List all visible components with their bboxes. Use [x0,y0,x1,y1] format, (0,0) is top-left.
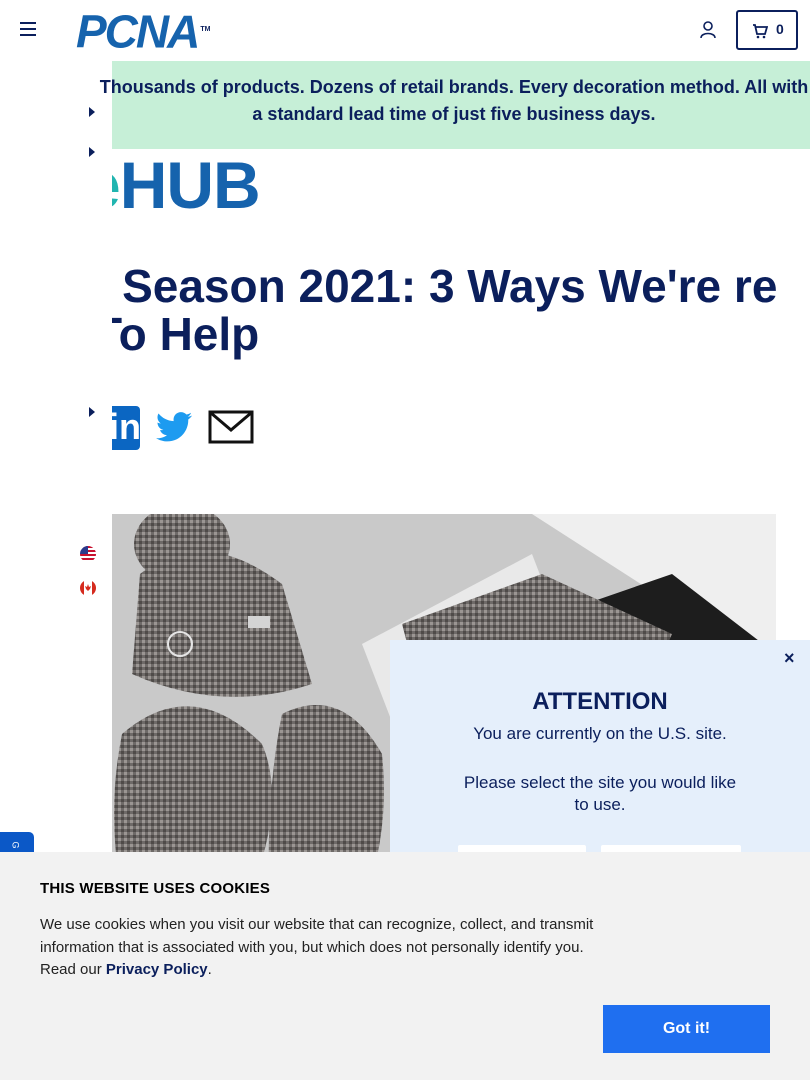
linkedin-glyph: in [112,406,140,447]
menu-icon[interactable] [20,22,36,36]
cart-button[interactable]: 0 [736,10,798,50]
cart-icon [753,24,768,39]
chevron-right-icon[interactable] [89,407,95,417]
pcna-logo[interactable]: PCNA TM [76,8,211,54]
article-headline: : Season 2021: 3 Ways We're re To Help [112,262,778,360]
article-headline-wrap: : Season 2021: 3 Ways We're re To Help [112,262,810,372]
account-icon[interactable] [699,20,717,40]
logo-text: PCNA [76,5,200,58]
promo-banner-text: Thousands of products. Dozens of retail … [99,77,809,124]
hub-logo-prefix: e [112,150,121,220]
canada-flag-icon[interactable] [80,580,96,596]
popup-title: ATTENTION [532,688,668,715]
close-icon[interactable]: × [784,648,795,669]
cart-count: 0 [776,21,784,37]
privacy-policy-link[interactable]: Privacy Policy [106,961,208,978]
side-tab-label: G [10,841,21,849]
email-icon[interactable] [208,410,254,449]
site-header: PCNA TM 0 [0,0,810,60]
popup-current-site: You are currently on the U.S. site. [473,724,727,743]
cookie-text: We use cookies when you visit our websit… [40,914,600,982]
twitter-icon[interactable] [156,412,192,447]
cookie-period: . [207,961,212,978]
got-it-button[interactable]: Got it! [603,1005,770,1053]
promo-banner: Thousands of products. Dozens of retail … [100,61,810,149]
hub-logo-text: HUB [119,150,261,220]
cookie-title: THIS WEBSITE USES COOKIES [40,880,271,897]
popup-prompt: Please select the site you would like to… [463,773,737,814]
hub-logo[interactable]: eHUB [112,150,312,220]
chevron-right-icon[interactable] [89,107,95,117]
logo-tm: TM [200,26,211,33]
cookie-banner: THIS WEBSITE USES COOKIES We use cookies… [0,852,810,1080]
us-flag-icon[interactable] [80,546,96,562]
chevron-right-icon[interactable] [89,147,95,157]
linkedin-icon[interactable]: in [112,406,140,450]
